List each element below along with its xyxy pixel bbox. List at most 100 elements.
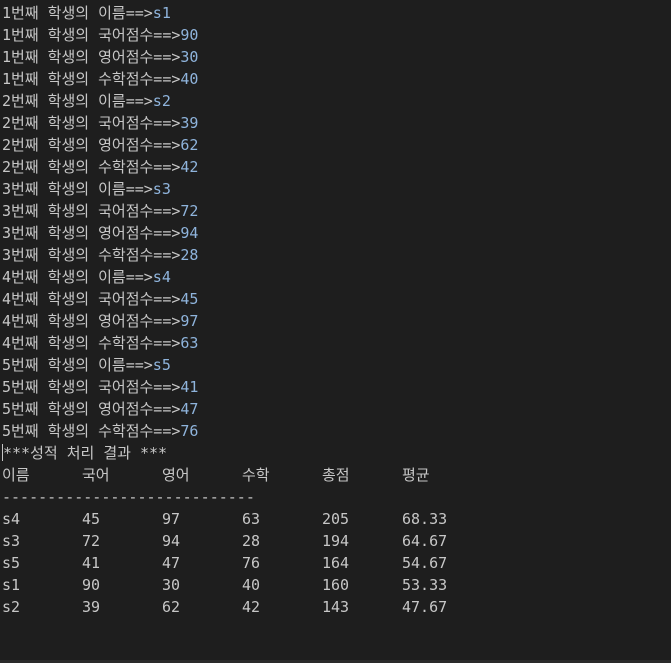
cell-name: s4 — [2, 510, 21, 528]
input-value: s2 — [152, 92, 171, 110]
console-output[interactable]: 1번째 학생의 이름==>s1 1번째 학생의 국어점수==>90 1번째 학생의 … — [0, 0, 671, 663]
input-line: 5번째 학생의 국어점수==>41 — [2, 376, 671, 398]
input-value: 63 — [180, 334, 199, 352]
cell-korean: 90 — [82, 576, 101, 594]
input-line: 1번째 학생의 이름==>s1 — [2, 2, 671, 24]
header-english: 영어 — [162, 466, 190, 484]
table-row: s4 45 97 63 205 68.33 — [2, 508, 671, 530]
cell-english: 94 — [162, 532, 181, 550]
input-prompt: 5번째 학생의 이름==> — [2, 356, 153, 374]
input-prompt: 3번째 학생의 이름==> — [2, 180, 153, 198]
input-line: 3번째 학생의 이름==>s3 — [2, 178, 671, 200]
cell-name: s2 — [2, 598, 21, 616]
header-korean: 국어 — [82, 466, 110, 484]
input-line: 5번째 학생의 수학점수==>76 — [2, 420, 671, 442]
input-line: 4번째 학생의 이름==>s4 — [2, 266, 671, 288]
cell-total: 143 — [322, 598, 350, 616]
input-prompt: 4번째 학생의 영어점수==> — [2, 312, 181, 330]
cell-math: 63 — [242, 510, 261, 528]
cell-korean: 45 — [82, 510, 101, 528]
input-prompt: 2번째 학생의 수학점수==> — [2, 158, 181, 176]
header-math: 수학 — [242, 466, 270, 484]
table-divider: ---------------------------- — [2, 488, 255, 506]
cell-math: 40 — [242, 576, 261, 594]
input-prompt: 2번째 학생의 이름==> — [2, 92, 153, 110]
cell-total: 164 — [322, 554, 350, 572]
input-prompt: 1번째 학생의 영어점수==> — [2, 48, 181, 66]
input-value: 47 — [180, 400, 199, 418]
input-prompt: 3번째 학생의 수학점수==> — [2, 246, 181, 264]
input-value: 40 — [180, 70, 199, 88]
input-line: 1번째 학생의 수학점수==>40 — [2, 68, 671, 90]
input-line: 5번째 학생의 영어점수==>47 — [2, 398, 671, 420]
table-body: s4 45 97 63 205 68.33 s3 72 94 28 194 64.67 s5 41 47 76… — [2, 508, 671, 618]
input-line: 2번째 학생의 이름==>s2 — [2, 90, 671, 112]
cell-english: 30 — [162, 576, 181, 594]
input-line: 2번째 학생의 영어점수==>62 — [2, 134, 671, 156]
input-value: 45 — [180, 290, 199, 308]
input-value: 97 — [180, 312, 199, 330]
cell-english: 47 — [162, 554, 181, 572]
input-prompt: 1번째 학생의 수학점수==> — [2, 70, 181, 88]
input-value: s1 — [152, 4, 171, 22]
table-row: s1 90 30 40 160 53.33 — [2, 574, 671, 596]
cell-english: 62 — [162, 598, 181, 616]
input-line: 4번째 학생의 수학점수==>63 — [2, 332, 671, 354]
input-value: 41 — [180, 378, 199, 396]
result-title: ***성적 처리 결과 *** — [3, 444, 168, 462]
cell-average: 54.67 — [402, 554, 448, 572]
cell-math: 28 — [242, 532, 261, 550]
input-value: 72 — [180, 202, 199, 220]
cell-korean: 41 — [82, 554, 101, 572]
input-value: 39 — [180, 114, 199, 132]
input-prompt: 5번째 학생의 영어점수==> — [2, 400, 181, 418]
input-prompt: 3번째 학생의 영어점수==> — [2, 224, 181, 242]
input-value: s4 — [152, 268, 171, 286]
cell-math: 42 — [242, 598, 261, 616]
input-value: 42 — [180, 158, 199, 176]
cell-english: 97 — [162, 510, 181, 528]
input-prompt: 2번째 학생의 국어점수==> — [2, 114, 181, 132]
input-prompt: 5번째 학생의 국어점수==> — [2, 378, 181, 396]
input-prompt: 1번째 학생의 이름==> — [2, 4, 153, 22]
cell-korean: 72 — [82, 532, 101, 550]
input-prompt: 5번째 학생의 수학점수==> — [2, 422, 181, 440]
input-prompt: 4번째 학생의 국어점수==> — [2, 290, 181, 308]
cell-total: 205 — [322, 510, 350, 528]
input-log: 1번째 학생의 이름==>s1 1번째 학생의 국어점수==>90 1번째 학생의 … — [2, 2, 671, 442]
input-prompt: 3번째 학생의 국어점수==> — [2, 202, 181, 220]
input-line: 3번째 학생의 영어점수==>94 — [2, 222, 671, 244]
input-prompt: 4번째 학생의 이름==> — [2, 268, 153, 286]
input-prompt: 2번째 학생의 영어점수==> — [2, 136, 181, 154]
input-line: 1번째 학생의 국어점수==>90 — [2, 24, 671, 46]
cell-korean: 39 — [82, 598, 101, 616]
input-value: s3 — [152, 180, 171, 198]
input-value: 62 — [180, 136, 199, 154]
result-title-line: ***성적 처리 결과 *** — [2, 442, 671, 464]
table-header: 이름 국어 영어 수학 총점 평균 — [2, 464, 671, 486]
input-line: 4번째 학생의 국어점수==>45 — [2, 288, 671, 310]
input-line: 3번째 학생의 국어점수==>72 — [2, 200, 671, 222]
input-value: 90 — [180, 26, 199, 44]
cell-average: 47.67 — [402, 598, 448, 616]
cell-name: s1 — [2, 576, 21, 594]
input-line: 4번째 학생의 영어점수==>97 — [2, 310, 671, 332]
table-row: s3 72 94 28 194 64.67 — [2, 530, 671, 552]
cell-average: 53.33 — [402, 576, 448, 594]
header-average: 평균 — [402, 466, 430, 484]
input-value: 94 — [180, 224, 199, 242]
header-name: 이름 — [2, 466, 30, 484]
input-line: 1번째 학생의 영어점수==>30 — [2, 46, 671, 68]
input-line: 3번째 학생의 수학점수==>28 — [2, 244, 671, 266]
table-row: s2 39 62 42 143 47.67 — [2, 596, 671, 618]
input-value: 76 — [180, 422, 199, 440]
input-prompt: 4번째 학생의 수학점수==> — [2, 334, 181, 352]
input-line: 2번째 학생의 국어점수==>39 — [2, 112, 671, 134]
cell-name: s5 — [2, 554, 21, 572]
header-total: 총점 — [322, 466, 350, 484]
input-value: 30 — [180, 48, 199, 66]
cell-total: 160 — [322, 576, 350, 594]
input-line: 2번째 학생의 수학점수==>42 — [2, 156, 671, 178]
input-prompt: 1번째 학생의 국어점수==> — [2, 26, 181, 44]
cell-average: 68.33 — [402, 510, 448, 528]
